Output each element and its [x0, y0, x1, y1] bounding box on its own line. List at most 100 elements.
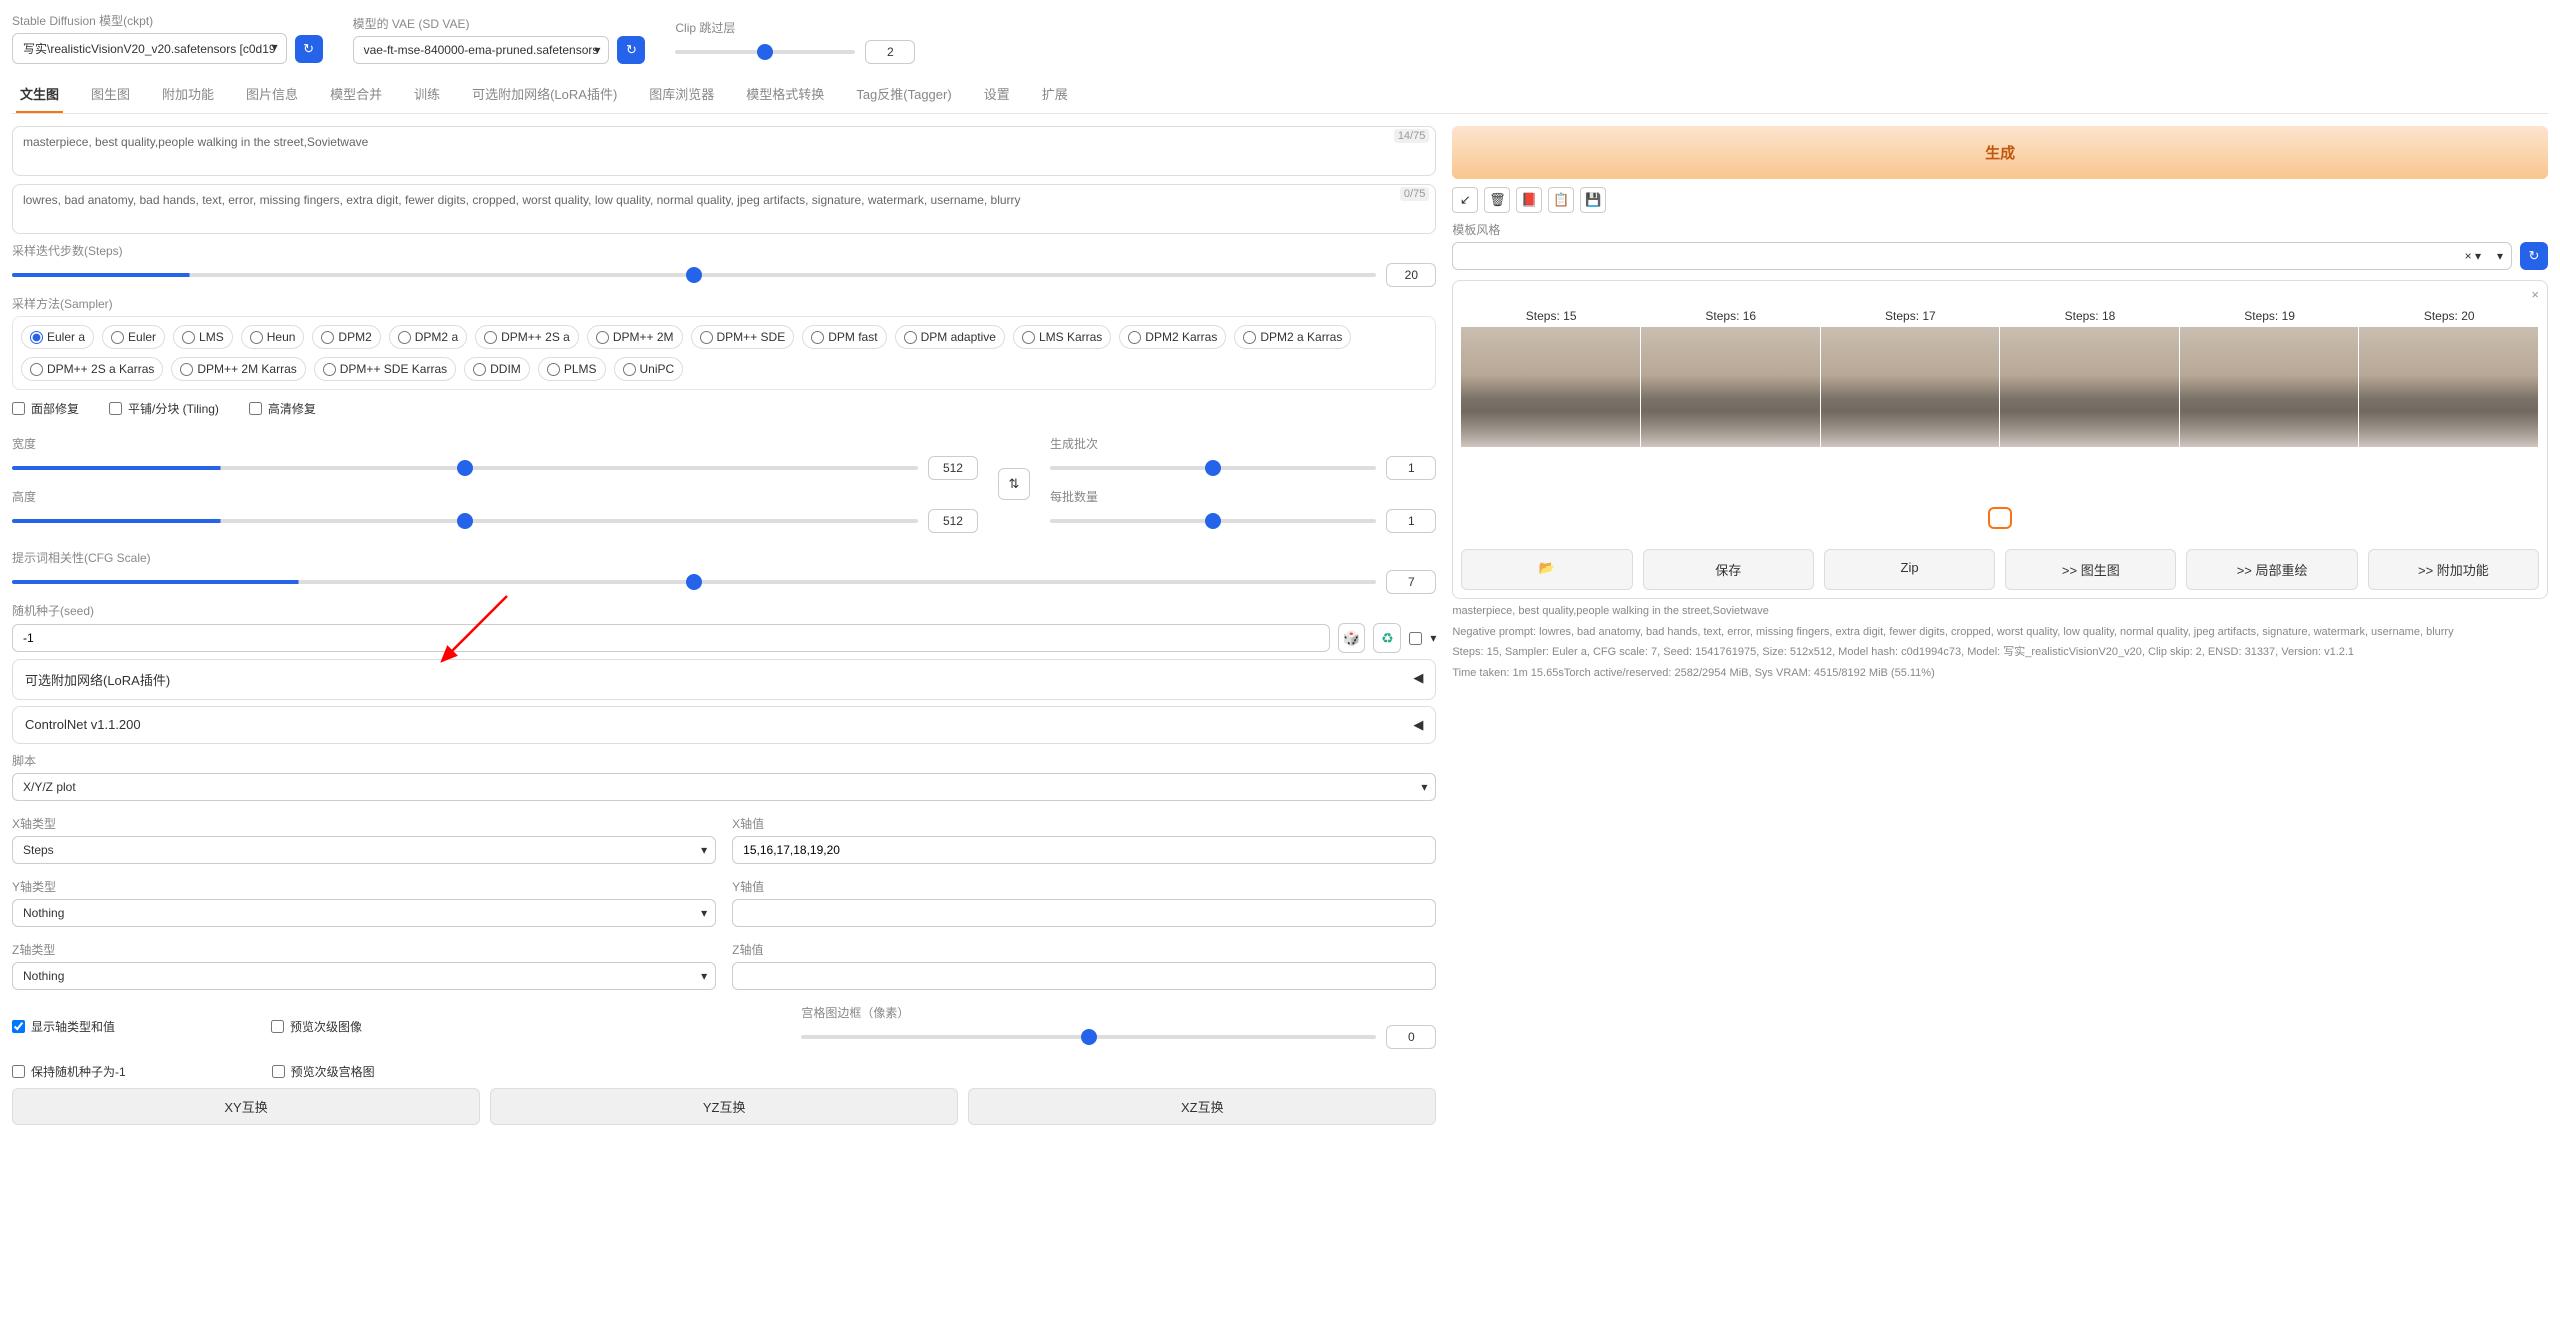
step-label: Steps: 16: [1705, 309, 1756, 323]
sampler-option[interactable]: DDIM: [464, 357, 530, 381]
tab-2[interactable]: 附加功能: [158, 76, 218, 113]
neg-prompt-input[interactable]: 0/75 lowres, bad anatomy, bad hands, tex…: [12, 184, 1436, 234]
batch-size-slider[interactable]: [1050, 519, 1376, 523]
show-sub2-check[interactable]: 预览次级宫格图: [272, 1063, 375, 1080]
tab-1[interactable]: 图生图: [87, 76, 134, 113]
height-slider[interactable]: [12, 519, 918, 523]
close-icon[interactable]: ×: [2531, 287, 2539, 302]
vae-select[interactable]: vae-ft-mse-840000-ema-pruned.safetensors: [353, 36, 610, 64]
sampler-option[interactable]: DPM++ 2M: [587, 325, 683, 349]
zip-button[interactable]: Zip: [1824, 549, 1995, 590]
margin-slider[interactable]: [801, 1035, 1376, 1039]
refresh-icon[interactable]: ↻: [295, 35, 323, 63]
vae-label: 模型的 VAE (SD VAE): [353, 15, 646, 32]
controlnet-collapse[interactable]: ControlNet v1.1.200◀: [12, 706, 1436, 744]
y-val-input[interactable]: [732, 899, 1436, 927]
tab-7[interactable]: 图库浏览器: [645, 76, 718, 113]
seed-input[interactable]: [12, 624, 1330, 652]
main-tabs: 文生图图生图附加功能图片信息模型合并训练可选附加网络(LoRA插件) 图库浏览器模…: [12, 76, 2548, 114]
sampler-option[interactable]: DPM2 a: [389, 325, 467, 349]
face-restore-check[interactable]: 面部修复: [12, 400, 79, 417]
steps-value[interactable]: 20: [1386, 263, 1436, 287]
y-type-select[interactable]: Nothing: [12, 899, 716, 927]
cfg-slider[interactable]: [12, 580, 1376, 584]
tab-10[interactable]: 设置: [980, 76, 1014, 113]
sampler-option[interactable]: UniPC: [614, 357, 684, 381]
tab-5[interactable]: 训练: [410, 76, 444, 113]
show-sub-check[interactable]: 预览次级图像: [271, 996, 362, 1057]
steps-slider[interactable]: [12, 273, 1376, 277]
tab-4[interactable]: 模型合并: [326, 76, 386, 113]
book-icon[interactable]: 📕: [1516, 187, 1542, 213]
sampler-option[interactable]: Euler a: [21, 325, 94, 349]
style-select[interactable]: × ▾: [1452, 242, 2512, 270]
width-slider[interactable]: [12, 466, 918, 470]
step-label: Steps: 19: [2244, 309, 2295, 323]
yz-swap-button[interactable]: YZ互换: [490, 1088, 958, 1125]
sampler-option[interactable]: DPM++ SDE Karras: [314, 357, 456, 381]
arrow-icon[interactable]: ↙: [1452, 187, 1478, 213]
clipboard-icon[interactable]: 📋: [1548, 187, 1574, 213]
z-type-select[interactable]: Nothing: [12, 962, 716, 990]
swap-dims-button[interactable]: ⇅: [998, 468, 1030, 500]
tab-11[interactable]: 扩展: [1038, 76, 1072, 113]
dice-icon[interactable]: 🎲: [1338, 623, 1366, 653]
sampler-option[interactable]: DPM2 Karras: [1119, 325, 1226, 349]
steps-label: 采样迭代步数(Steps): [12, 242, 1436, 259]
xy-swap-button[interactable]: XY互换: [12, 1088, 480, 1125]
script-select[interactable]: X/Y/Z plot: [12, 773, 1436, 801]
sampler-option[interactable]: DPM++ 2S a Karras: [21, 357, 163, 381]
sampler-option[interactable]: DPM fast: [802, 325, 886, 349]
output-image[interactable]: [1461, 327, 2539, 447]
gen-info: Negative prompt: lowres, bad anatomy, ba…: [1452, 624, 2548, 641]
keep-seed-check[interactable]: 保持随机种子为-1: [12, 1063, 126, 1080]
folder-button[interactable]: 📂: [1461, 549, 1632, 590]
prompt-input[interactable]: 14/75 masterpiece, best quality,people w…: [12, 126, 1436, 176]
batch-count-slider[interactable]: [1050, 466, 1376, 470]
step-label: Steps: 15: [1526, 309, 1577, 323]
sampler-option[interactable]: LMS: [173, 325, 233, 349]
sampler-option[interactable]: DPM++ 2M Karras: [171, 357, 305, 381]
inpaint-button[interactable]: >> 局部重绘: [2186, 549, 2357, 590]
clip-slider[interactable]: [675, 50, 855, 54]
sampler-option[interactable]: PLMS: [538, 357, 606, 381]
step-label: Steps: 17: [1885, 309, 1936, 323]
generate-button[interactable]: 生成: [1452, 126, 2548, 179]
show-axis-check[interactable]: 显示轴类型和值: [12, 996, 115, 1057]
refresh-icon[interactable]: ↻: [2520, 242, 2548, 270]
img2img-button[interactable]: >> 图生图: [2005, 549, 2176, 590]
tab-0[interactable]: 文生图: [16, 76, 63, 113]
sampler-option[interactable]: Euler: [102, 325, 165, 349]
tab-8[interactable]: 模型格式转换: [742, 76, 828, 113]
tiling-check[interactable]: 平铺/分块 (Tiling): [109, 400, 219, 417]
seed-extra-check[interactable]: [1409, 632, 1422, 645]
xz-swap-button[interactable]: XZ互换: [968, 1088, 1436, 1125]
save-button[interactable]: 保存: [1643, 549, 1814, 590]
sampler-option[interactable]: Heun: [241, 325, 305, 349]
lora-collapse[interactable]: 可选附加网络(LoRA插件)◀: [12, 659, 1436, 700]
z-val-input[interactable]: [732, 962, 1436, 990]
tab-9[interactable]: Tag反推(Tagger): [852, 76, 955, 113]
sampler-option[interactable]: DPM2: [312, 325, 380, 349]
save-icon[interactable]: 💾: [1580, 187, 1606, 213]
sampler-option[interactable]: DPM++ SDE: [691, 325, 795, 349]
trash-icon[interactable]: 🗑: [1484, 187, 1510, 213]
recycle-icon[interactable]: ♻: [1373, 623, 1401, 653]
sampler-option[interactable]: DPM++ 2S a: [475, 325, 579, 349]
extras-button[interactable]: >> 附加功能: [2368, 549, 2539, 590]
tab-3[interactable]: 图片信息: [242, 76, 302, 113]
sd-model-select[interactable]: 写实\realisticVisionV20_v20.safetensors [c…: [12, 33, 287, 64]
sampler-label: 采样方法(Sampler): [12, 295, 1436, 312]
hires-check[interactable]: 高清修复: [249, 400, 316, 417]
x-val-input[interactable]: [732, 836, 1436, 864]
sampler-option[interactable]: DPM2 a Karras: [1234, 325, 1351, 349]
thumbnail[interactable]: [1988, 507, 2012, 529]
sampler-option[interactable]: LMS Karras: [1013, 325, 1111, 349]
gen-info: Steps: 15, Sampler: Euler a, CFG scale: …: [1452, 644, 2548, 661]
sampler-option[interactable]: DPM adaptive: [895, 325, 1005, 349]
clip-value[interactable]: 2: [865, 40, 915, 64]
step-label: Steps: 20: [2424, 309, 2475, 323]
tab-6[interactable]: 可选附加网络(LoRA插件): [468, 76, 621, 113]
refresh-icon[interactable]: ↻: [617, 36, 645, 64]
x-type-select[interactable]: Steps: [12, 836, 716, 864]
